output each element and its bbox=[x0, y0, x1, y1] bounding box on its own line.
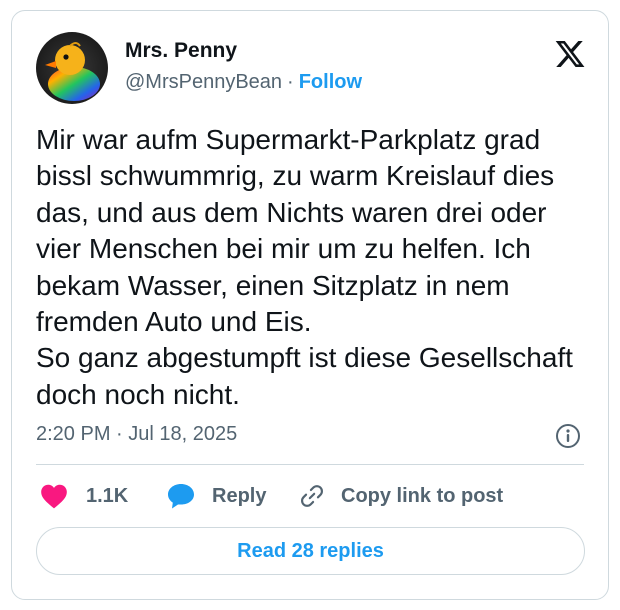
divider bbox=[36, 464, 584, 465]
like-button[interactable]: 1.1K bbox=[40, 481, 128, 511]
read-replies-button[interactable]: Read 28 replies bbox=[36, 527, 585, 575]
reply-button[interactable]: Reply bbox=[166, 481, 266, 511]
separator-dot: · bbox=[287, 71, 294, 93]
tweet-text: Mir war aufm Supermarkt-Parkplatz grad b… bbox=[36, 124, 573, 410]
info-icon[interactable] bbox=[555, 423, 581, 449]
heart-icon bbox=[41, 484, 67, 509]
tweet-card: Mrs. Penny @MrsPennyBean · Follow Mir war … bbox=[11, 10, 609, 600]
author-handle-row: @MrsPennyBean · Follow bbox=[125, 69, 362, 95]
rubber-duck-avatar-icon bbox=[36, 32, 108, 104]
x-logo-icon[interactable] bbox=[554, 38, 586, 70]
speech-bubble-icon bbox=[168, 484, 194, 509]
tweet-timestamp[interactable]: 2:20 PM · Jul 18, 2025 bbox=[36, 421, 237, 447]
like-count: 1.1K bbox=[86, 485, 129, 507]
copy-link-button[interactable]: Copy link to post bbox=[299, 481, 503, 511]
read-replies-label: Read 28 replies bbox=[237, 539, 384, 562]
avatar[interactable] bbox=[36, 32, 108, 104]
copy-link-label: Copy link to post bbox=[341, 485, 504, 507]
link-icon bbox=[301, 485, 323, 507]
follow-button[interactable]: Follow bbox=[299, 71, 362, 93]
reply-label: Reply bbox=[212, 485, 267, 507]
author-name[interactable]: Mrs. Penny bbox=[125, 38, 237, 64]
author-handle[interactable]: @MrsPennyBean bbox=[125, 71, 282, 93]
